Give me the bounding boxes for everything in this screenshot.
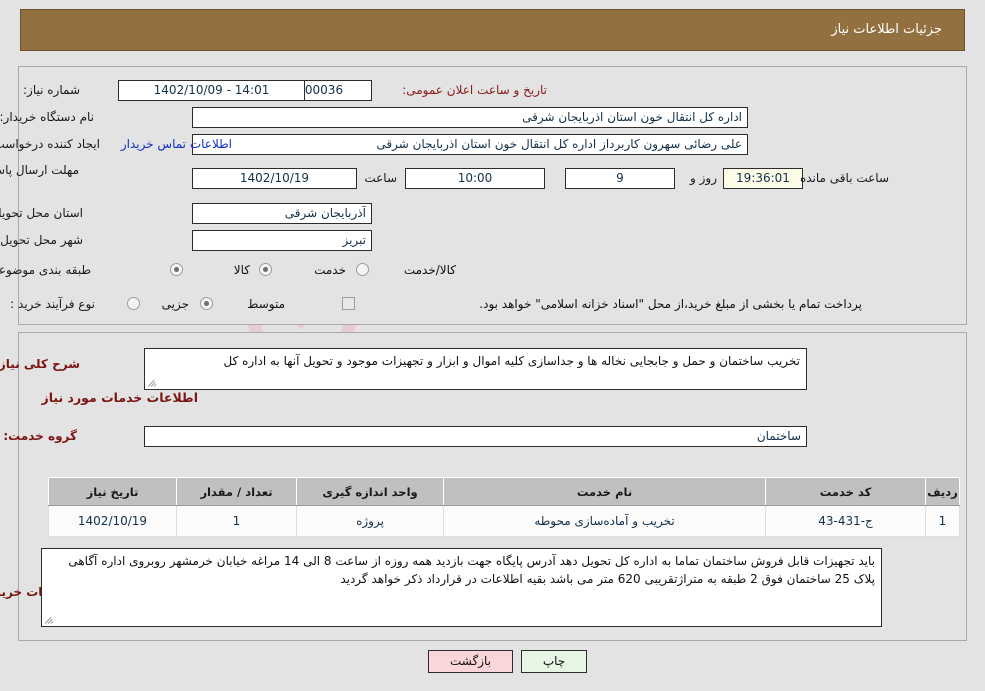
deadline-time-label: ساعت: [364, 171, 397, 185]
page-title: جزئیات اطلاعات نیاز: [831, 22, 942, 37]
deadline-days-value: 9: [565, 168, 675, 189]
cell-row-no: 1: [925, 505, 960, 537]
buyer-org-value: اداره کل انتقال خون استان اذربایجان شرقی: [192, 107, 748, 128]
deadline-date-value: 1402/10/19: [192, 168, 357, 189]
requester-label: ایجاد کننده درخواست:: [0, 137, 100, 151]
cell-service-name: تخریب و آماده‌سازی محوطه: [443, 505, 766, 537]
col-quantity: تعداد / مقدار: [176, 477, 297, 506]
province-label: استان محل تحویل:: [0, 206, 83, 220]
treasury-docs-label: پرداخت تمام یا بخشی از مبلغ خرید،از محل …: [479, 297, 862, 311]
need-summary-panel: [18, 66, 967, 325]
city-label: شهر محل تحویل:: [0, 233, 83, 247]
col-service-code: کد خدمت: [765, 477, 926, 506]
deadline-days-label: روز و: [690, 171, 717, 185]
deadline-countdown-label: ساعت باقی مانده: [799, 171, 889, 185]
deadline-countdown-value: 19:36:01: [723, 168, 803, 189]
resize-grip-icon[interactable]: [147, 378, 157, 388]
cell-quantity: 1: [176, 505, 297, 537]
back-button[interactable]: بازگشت: [428, 650, 513, 673]
print-button[interactable]: چاپ: [521, 650, 587, 673]
category-option-label-2: کالا/خدمت: [403, 263, 456, 277]
cell-need-date: 1402/10/19: [48, 505, 177, 537]
page-header-bar: جزئیات اطلاعات نیاز: [20, 9, 965, 51]
purchase-type-option-label-0: جزیی: [161, 297, 189, 311]
service-group-value: ساختمان: [144, 426, 807, 447]
province-value: آذربایجان شرقی: [192, 203, 372, 224]
cell-unit: پروژه: [296, 505, 444, 537]
need-number-label: شماره نیاز:: [23, 83, 80, 97]
category-radio-khedmat[interactable]: [259, 263, 272, 276]
category-label: طبقه بندی موضوعی:: [0, 263, 91, 277]
buyer-notes-value: باید تجهیزات قابل فروش ساختمان تماما به …: [68, 554, 875, 586]
col-need-date: تاریخ نیاز: [48, 477, 177, 506]
general-desc-textarea[interactable]: تخریب ساختمان و حمل و جابجایی نخاله ها و…: [144, 348, 807, 390]
purchase-type-option-label-1: متوسط: [247, 297, 285, 311]
category-radio-kala[interactable]: [170, 263, 183, 276]
col-service-name: نام خدمت: [443, 477, 766, 506]
col-row-no: ردیف: [925, 477, 960, 506]
services-section-title: اطلاعات خدمات مورد نیاز: [41, 390, 199, 405]
category-option-label-1: خدمت: [314, 263, 346, 277]
services-table: ردیف کد خدمت نام خدمت واحد اندازه گیری ت…: [48, 477, 960, 537]
general-desc-value: تخریب ساختمان و حمل و جابجایی نخاله ها و…: [223, 354, 800, 368]
purchase-type-radio-jozi[interactable]: [127, 297, 140, 310]
buyer-contact-link[interactable]: اطلاعات تماس خریدار: [121, 137, 232, 151]
general-desc-label: شرح کلی نیاز:: [0, 357, 80, 371]
treasury-docs-checkbox[interactable]: [342, 297, 355, 310]
deadline-label: مهلت ارسال پاسخ: تا تاریخ:: [0, 163, 79, 177]
resize-grip-icon-notes[interactable]: [44, 615, 54, 625]
table-row: 1 ج-431-43 تخریب و آماده‌سازی محوطه پروژ…: [48, 505, 960, 537]
table-header-row: ردیف کد خدمت نام خدمت واحد اندازه گیری ت…: [48, 477, 960, 506]
requester-value: علی رضائی سهرون کاربرداز اداره کل انتقال…: [192, 134, 748, 155]
category-radio-kala-khedmat[interactable]: [356, 263, 369, 276]
city-value: تبریز: [192, 230, 372, 251]
buyer-notes-textarea[interactable]: باید تجهیزات قابل فروش ساختمان تماما به …: [41, 548, 882, 627]
deadline-time-value: 10:00: [405, 168, 545, 189]
category-option-label-0: کالا: [233, 263, 250, 277]
col-unit: واحد اندازه گیری: [296, 477, 444, 506]
buyer-org-label: نام دستگاه خریدار:: [0, 110, 94, 124]
cell-service-code: ج-431-43: [765, 505, 926, 537]
purchase-type-radio-motavaset[interactable]: [200, 297, 213, 310]
purchase-type-label: نوع فرآیند خرید :: [10, 297, 95, 311]
service-group-label: گروه خدمت:: [3, 429, 77, 443]
public-announce-value: 1402/10/09 - 14:01: [118, 80, 305, 101]
public-announce-label: تاریخ و ساعت اعلان عمومی:: [402, 83, 547, 97]
